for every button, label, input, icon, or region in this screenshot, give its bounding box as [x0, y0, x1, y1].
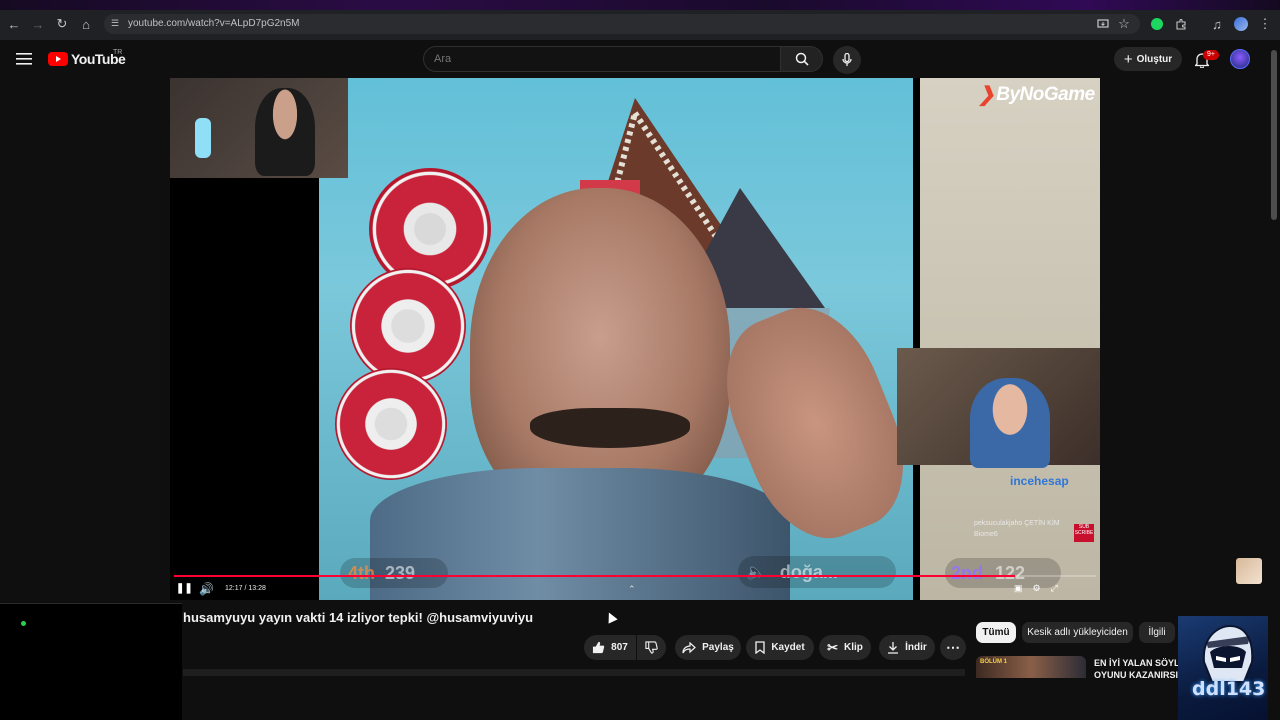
notification-badge: 9+: [1203, 50, 1219, 60]
media-controls-icon[interactable]: ♫: [1208, 15, 1226, 33]
brand-text: ByNoGame: [996, 83, 1095, 105]
pause-icon[interactable]: ❚❚: [176, 583, 193, 595]
download-button[interactable]: İndir: [879, 635, 935, 660]
reload-icon[interactable]: ↻: [53, 15, 71, 33]
profile-avatar[interactable]: [1234, 17, 1248, 31]
youtube-play-icon: [48, 52, 68, 66]
fullscreen-icon[interactable]: ⤢: [1051, 583, 1058, 594]
user-tag: doğa...: [779, 561, 838, 582]
time-display: 12:17 / 13:28: [225, 585, 266, 592]
home-icon[interactable]: ⌂: [77, 15, 95, 33]
create-button[interactable]: + Oluştur: [1114, 47, 1182, 71]
description-box[interactable]: [183, 669, 965, 676]
scissors-icon: ✂: [827, 639, 838, 655]
more-actions-button[interactable]: ⋯: [940, 635, 966, 660]
account-avatar[interactable]: [1230, 49, 1250, 69]
wall-ornament: [335, 368, 447, 480]
streamer-person: [970, 378, 1050, 468]
current-time: 12:17: [225, 585, 243, 592]
search-input[interactable]: [434, 52, 764, 66]
duration: 13:28: [248, 585, 266, 592]
install-app-icon[interactable]: [1094, 15, 1112, 33]
back-icon[interactable]: ←: [5, 15, 23, 33]
streamer-name: ddl143: [1192, 678, 1266, 700]
create-label: Oluştur: [1136, 53, 1173, 65]
wall-ornament: [350, 268, 466, 384]
user-tag-pill: 🔈 doğa...: [738, 556, 896, 588]
brand-mark-icon: ❯: [978, 84, 995, 106]
microphone-icon: [842, 53, 852, 66]
status-dot-icon: [21, 621, 26, 626]
spotify-extension-icon[interactable]: [1151, 18, 1163, 30]
mouse-cursor-icon: [604, 610, 618, 624]
side-thumbnail[interactable]: [1236, 558, 1262, 584]
recommendation-title-line: OYUNU KAZANIRSI: [1094, 670, 1178, 680]
chip-related[interactable]: İlgili: [1139, 622, 1175, 643]
chat-brand: incehesap: [1010, 474, 1069, 488]
bynogame-logo: ❯ ByNoGame: [978, 82, 1095, 107]
rank-left: 4th: [348, 562, 375, 583]
hamburger-menu-icon[interactable]: [14, 50, 34, 68]
chat-overlay: peksuculakjaho ÇETİN KİM Biome6: [974, 518, 1060, 540]
player-right-controls: ▣ ⚙ ⤢: [1014, 583, 1058, 594]
stream-overlay-panel: [0, 603, 182, 720]
recommendation-title[interactable]: EN İYİ YALAN SÖYLE OYUNU KAZANIRSI: [1094, 657, 1178, 681]
thumbnail-label: BÖLÜM 1: [980, 659, 1007, 665]
clip-button[interactable]: ✂ Klip: [819, 635, 871, 660]
streamer-logo-overlay: ddl143: [1178, 616, 1280, 720]
bookmark-icon: [755, 641, 765, 654]
recommendation-title-line: EN İYİ YALAN SÖYLE: [1094, 658, 1178, 668]
save-button[interactable]: Kaydet: [746, 635, 814, 660]
bookmark-star-icon[interactable]: ☆: [1115, 15, 1133, 33]
plus-icon: +: [1123, 50, 1133, 68]
chat-line: Biome6: [974, 531, 998, 538]
video-title: husamyuyu yayın vakti 14 izliyor tepki! …: [183, 610, 534, 625]
score-right: 122: [995, 562, 1026, 583]
extensions-icon[interactable]: [1172, 15, 1190, 33]
site-info-icon[interactable]: ☰: [111, 18, 121, 28]
speaker-icon: 🔈: [746, 564, 766, 581]
dislike-button[interactable]: [637, 635, 666, 660]
chip-from-uploader[interactable]: Kesik adlı yükleyiciden: [1022, 622, 1133, 643]
scrollbar-thumb[interactable]: [1271, 50, 1277, 220]
progress-fill: [174, 575, 1015, 577]
score-left: 239: [385, 562, 416, 583]
recommendation-thumbnail[interactable]: BÖLÜM 1: [976, 656, 1086, 678]
miniplayer-icon[interactable]: ▣: [1014, 583, 1023, 594]
thumbs-down-icon: [645, 641, 658, 654]
chip-all[interactable]: Tümü: [976, 622, 1016, 643]
reactor-person: [255, 88, 315, 176]
chevron-up-icon[interactable]: ⌃: [628, 584, 636, 595]
video-player[interactable]: ❯ ByNoGame incehesap peksuculakjaho ÇETİ…: [170, 78, 1100, 600]
like-count: 807: [611, 642, 628, 653]
like-button[interactable]: 807: [584, 635, 636, 660]
subscribe-badge: SUB SCRIBE: [1074, 524, 1094, 542]
microphone-prop: [195, 118, 211, 158]
thumbs-up-icon: [593, 641, 605, 654]
download-label: İndir: [905, 642, 927, 653]
country-code: TR: [113, 49, 123, 56]
search-icon: [795, 52, 809, 66]
browser-menu-icon[interactable]: ⋮: [1256, 15, 1274, 33]
rank-pill-left: 4th 239: [340, 558, 448, 588]
search-button[interactable]: [781, 46, 823, 72]
clip-label: Klip: [844, 642, 863, 653]
url-text: youtube.com/watch?v=ALpD7pG2n5M: [128, 18, 300, 29]
voice-search-button[interactable]: [833, 46, 861, 74]
share-button[interactable]: Paylaş: [675, 635, 741, 660]
share-label: Paylaş: [702, 642, 734, 653]
volume-icon[interactable]: 🔊: [199, 582, 214, 596]
person-moustache: [530, 408, 690, 448]
share-icon: [682, 641, 697, 653]
download-icon: [888, 642, 899, 654]
settings-gear-icon[interactable]: ⚙: [1033, 583, 1041, 594]
more-icon: ⋯: [946, 639, 960, 655]
rank-right: 2nd: [951, 562, 984, 583]
chat-line: peksuculakjaho ÇETİN KİM: [974, 520, 1060, 527]
save-label: Kaydet: [771, 642, 805, 653]
browser-tab-strip: [0, 0, 1280, 10]
divider: [0, 603, 182, 604]
forward-icon[interactable]: →: [29, 15, 47, 33]
